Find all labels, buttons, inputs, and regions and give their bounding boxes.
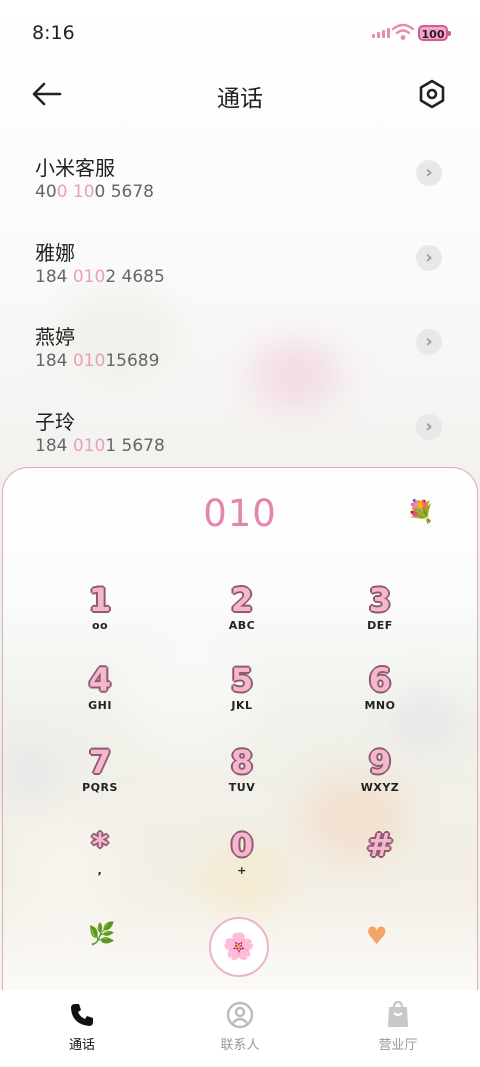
key-letters: DEF xyxy=(367,619,393,632)
contact-name: 小米客服 xyxy=(35,156,115,180)
contact-detail-chevron-icon[interactable]: › xyxy=(416,160,442,186)
key-digit: 8 xyxy=(230,743,254,781)
key-digit: 1 xyxy=(88,581,112,619)
contact-number: 184 0101 5678 xyxy=(35,436,165,456)
key-letters: JKL xyxy=(231,699,253,712)
phone-icon xyxy=(71,1004,93,1026)
contact-name: 雅娜 xyxy=(35,241,75,265)
person-icon xyxy=(226,1001,254,1029)
contact-item[interactable]: 燕婷 184 01015689 › xyxy=(0,321,480,405)
delete-heart-icon[interactable]: ♥ xyxy=(366,922,388,950)
battery-icon: 100 xyxy=(418,25,451,41)
key-letters: WXYZ xyxy=(360,781,400,794)
tab-label: 营业厅 xyxy=(378,1038,418,1053)
tab-contacts[interactable]: 联系人 xyxy=(180,1000,300,1053)
dial-key-5[interactable]: 5 JKL xyxy=(182,663,302,727)
key-digit: 0 xyxy=(230,826,254,864)
key-digit: 9 xyxy=(368,743,392,781)
settings-gear-icon[interactable] xyxy=(416,78,448,110)
contact-detail-chevron-icon[interactable]: › xyxy=(416,414,442,440)
dial-key-0[interactable]: 0 + xyxy=(182,828,302,892)
key-digit: # xyxy=(366,826,394,864)
shopping-bag-icon xyxy=(388,1001,408,1027)
key-digit: 2 xyxy=(230,581,254,619)
tab-calls[interactable]: 通话 xyxy=(22,1000,142,1053)
page-title: 通话 xyxy=(217,86,263,112)
dial-key-9[interactable]: 9 WXYZ xyxy=(320,745,440,809)
header: 通话 xyxy=(0,66,480,122)
key-letters: , xyxy=(97,864,103,877)
key-letters: TUV xyxy=(228,781,256,794)
key-letters: + xyxy=(237,864,247,877)
key-letters: PQRS xyxy=(82,781,118,794)
key-digit: 4 xyxy=(88,661,112,699)
wifi-icon xyxy=(392,23,414,40)
dial-key-6[interactable]: 6 MNO xyxy=(320,663,440,727)
flower-bouquet-icon[interactable]: 💐 xyxy=(406,500,436,530)
contact-number: 400 100 5678 xyxy=(35,182,154,202)
contact-number: 184 01015689 xyxy=(35,351,160,371)
contact-item[interactable]: 小米客服 400 100 5678 › xyxy=(0,152,480,236)
dial-key-2[interactable]: 2 ABC xyxy=(182,583,302,647)
dial-key-4[interactable]: 4 GHI xyxy=(40,663,160,727)
contact-name: 燕婷 xyxy=(35,325,75,349)
key-letters: MNO xyxy=(364,699,396,712)
hide-keypad-icon[interactable]: 🌿 xyxy=(88,922,115,947)
tab-label: 联系人 xyxy=(220,1038,260,1053)
contact-detail-chevron-icon[interactable]: › xyxy=(416,245,442,271)
key-digit: * xyxy=(91,826,109,864)
key-letters: GHI xyxy=(88,699,112,712)
dial-key-8[interactable]: 8 TUV xyxy=(182,745,302,809)
key-letters: ABC xyxy=(228,619,256,632)
blossom-icon: 🌸 xyxy=(222,932,256,962)
contact-detail-chevron-icon[interactable]: › xyxy=(416,329,442,355)
key-digit: 7 xyxy=(88,743,112,781)
call-button[interactable]: 🌸 xyxy=(209,917,269,977)
dial-key-7[interactable]: 7 PQRS xyxy=(40,745,160,809)
contact-number: 184 0102 4685 xyxy=(35,267,165,287)
contact-item[interactable]: 雅娜 184 0102 4685 › xyxy=(0,237,480,321)
key-digit: 5 xyxy=(230,661,254,699)
tab-service-hall[interactable]: 营业厅 xyxy=(338,1000,458,1053)
voicemail-icon: ᴏᴏ xyxy=(91,619,109,632)
bottom-navigation: 通话 联系人 营业厅 xyxy=(0,990,480,1067)
dial-key-star[interactable]: * , xyxy=(40,828,160,892)
key-digit: 3 xyxy=(368,581,392,619)
signal-icon xyxy=(372,28,390,38)
status-bar: 8:16 100 xyxy=(0,0,480,66)
dial-key-3[interactable]: 3 DEF xyxy=(320,583,440,647)
status-time: 8:16 xyxy=(32,22,75,44)
dial-key-hash[interactable]: # xyxy=(320,828,440,892)
contact-name: 子玲 xyxy=(35,410,75,434)
key-digit: 6 xyxy=(368,661,392,699)
dial-key-1[interactable]: 1 ᴏᴏ xyxy=(40,583,160,647)
tab-label: 通话 xyxy=(68,1038,95,1053)
